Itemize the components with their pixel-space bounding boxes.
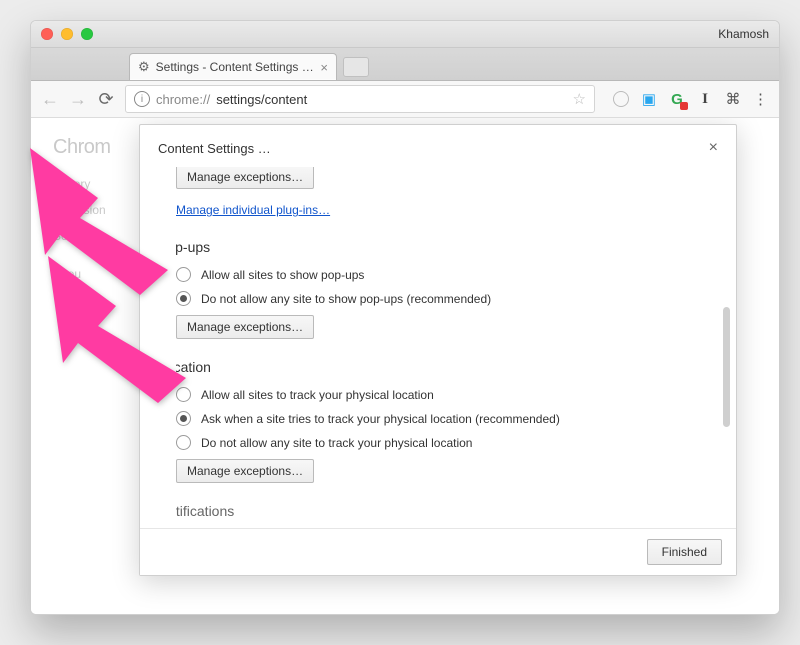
modal-close-icon[interactable]: × bbox=[709, 139, 718, 157]
popups-option-block[interactable]: Do not allow any site to show pop-ups (r… bbox=[176, 291, 708, 306]
window-titlebar: Khamosh bbox=[31, 21, 779, 48]
settings-page: Chrom History Extension Settings Abou Co… bbox=[31, 118, 779, 614]
modal-scrollbar-thumb[interactable] bbox=[723, 307, 730, 427]
window-controls bbox=[41, 28, 93, 40]
browser-toolbar: ← → ⟳ i chrome:// settings/content ☆ ▣ G … bbox=[31, 81, 779, 118]
extension-green-icon[interactable]: G bbox=[669, 91, 685, 107]
extension-camera-icon[interactable]: ▣ bbox=[641, 91, 657, 107]
popups-manage-exceptions-button[interactable]: Manage exceptions… bbox=[176, 315, 314, 339]
bookmark-star-icon[interactable]: ☆ bbox=[573, 90, 586, 108]
finished-button[interactable]: Finished bbox=[647, 539, 722, 565]
location-section: Location Allow all sites to track your p… bbox=[176, 359, 708, 483]
popups-option-allow[interactable]: Allow all sites to show pop-ups bbox=[176, 267, 708, 282]
back-button[interactable]: ← bbox=[41, 89, 59, 110]
modal-header: Content Settings … × bbox=[140, 125, 736, 167]
tab-strip: ⚙ Settings - Content Settings … × bbox=[31, 48, 779, 81]
zoom-window-button[interactable] bbox=[81, 28, 93, 40]
radio-on-icon bbox=[176, 291, 191, 306]
gear-icon: ⚙ bbox=[138, 59, 150, 75]
notifications-section: Notifications bbox=[176, 503, 708, 519]
site-info-icon[interactable]: i bbox=[134, 91, 150, 107]
extension-circle-icon[interactable] bbox=[613, 91, 629, 107]
location-option-block[interactable]: Do not allow any site to track your phys… bbox=[176, 435, 708, 450]
minimize-window-button[interactable] bbox=[61, 28, 73, 40]
tab-title: Settings - Content Settings … bbox=[156, 60, 314, 74]
url-path: settings/content bbox=[216, 92, 307, 107]
location-manage-exceptions-button[interactable]: Manage exceptions… bbox=[176, 459, 314, 483]
close-window-button[interactable] bbox=[41, 28, 53, 40]
manage-plugins-link[interactable]: Manage individual plug-ins… bbox=[176, 203, 330, 217]
profile-name[interactable]: Khamosh bbox=[718, 27, 769, 41]
radio-label: Do not allow any site to show pop-ups (r… bbox=[201, 292, 491, 306]
radio-off-icon bbox=[176, 435, 191, 450]
address-bar[interactable]: i chrome:// settings/content ☆ bbox=[125, 85, 595, 113]
modal-title: Content Settings … bbox=[158, 141, 271, 156]
plugins-manage-exceptions-button[interactable]: Manage exceptions… bbox=[176, 167, 314, 189]
reload-button[interactable]: ⟳ bbox=[97, 89, 115, 110]
extension-instapaper-icon[interactable]: I bbox=[697, 91, 713, 107]
radio-off-icon bbox=[176, 267, 191, 282]
radio-label: Do not allow any site to track your phys… bbox=[201, 436, 472, 450]
new-tab-button[interactable] bbox=[343, 57, 369, 77]
content-settings-modal: Content Settings … × Manage exceptions… … bbox=[139, 124, 737, 576]
radio-on-icon bbox=[176, 411, 191, 426]
popups-section: Pop-ups Allow all sites to show pop-ups … bbox=[176, 239, 708, 339]
location-option-ask[interactable]: Ask when a site tries to track your phys… bbox=[176, 411, 708, 426]
location-heading: Location bbox=[176, 359, 708, 375]
browser-window: Khamosh ⚙ Settings - Content Settings … … bbox=[30, 20, 780, 615]
url-scheme: chrome:// bbox=[156, 92, 210, 107]
popups-heading: Pop-ups bbox=[176, 239, 708, 255]
radio-label: Allow all sites to show pop-ups bbox=[201, 268, 364, 282]
extension-bug-icon[interactable]: ⌘ bbox=[725, 91, 741, 107]
tab-settings[interactable]: ⚙ Settings - Content Settings … × bbox=[129, 53, 337, 80]
notifications-heading: Notifications bbox=[176, 503, 708, 519]
location-option-allow[interactable]: Allow all sites to track your physical l… bbox=[176, 387, 708, 402]
extension-icons: ▣ G I ⌘ ⋮ bbox=[613, 91, 769, 107]
forward-button[interactable]: → bbox=[69, 89, 87, 110]
tab-close-icon[interactable]: × bbox=[320, 61, 328, 74]
radio-label: Allow all sites to track your physical l… bbox=[201, 388, 434, 402]
modal-footer: Finished bbox=[140, 528, 736, 575]
modal-body: Manage exceptions… Manage individual plu… bbox=[140, 167, 736, 528]
radio-off-icon bbox=[176, 387, 191, 402]
radio-label: Ask when a site tries to track your phys… bbox=[201, 412, 560, 426]
chrome-menu-icon[interactable]: ⋮ bbox=[753, 91, 769, 107]
